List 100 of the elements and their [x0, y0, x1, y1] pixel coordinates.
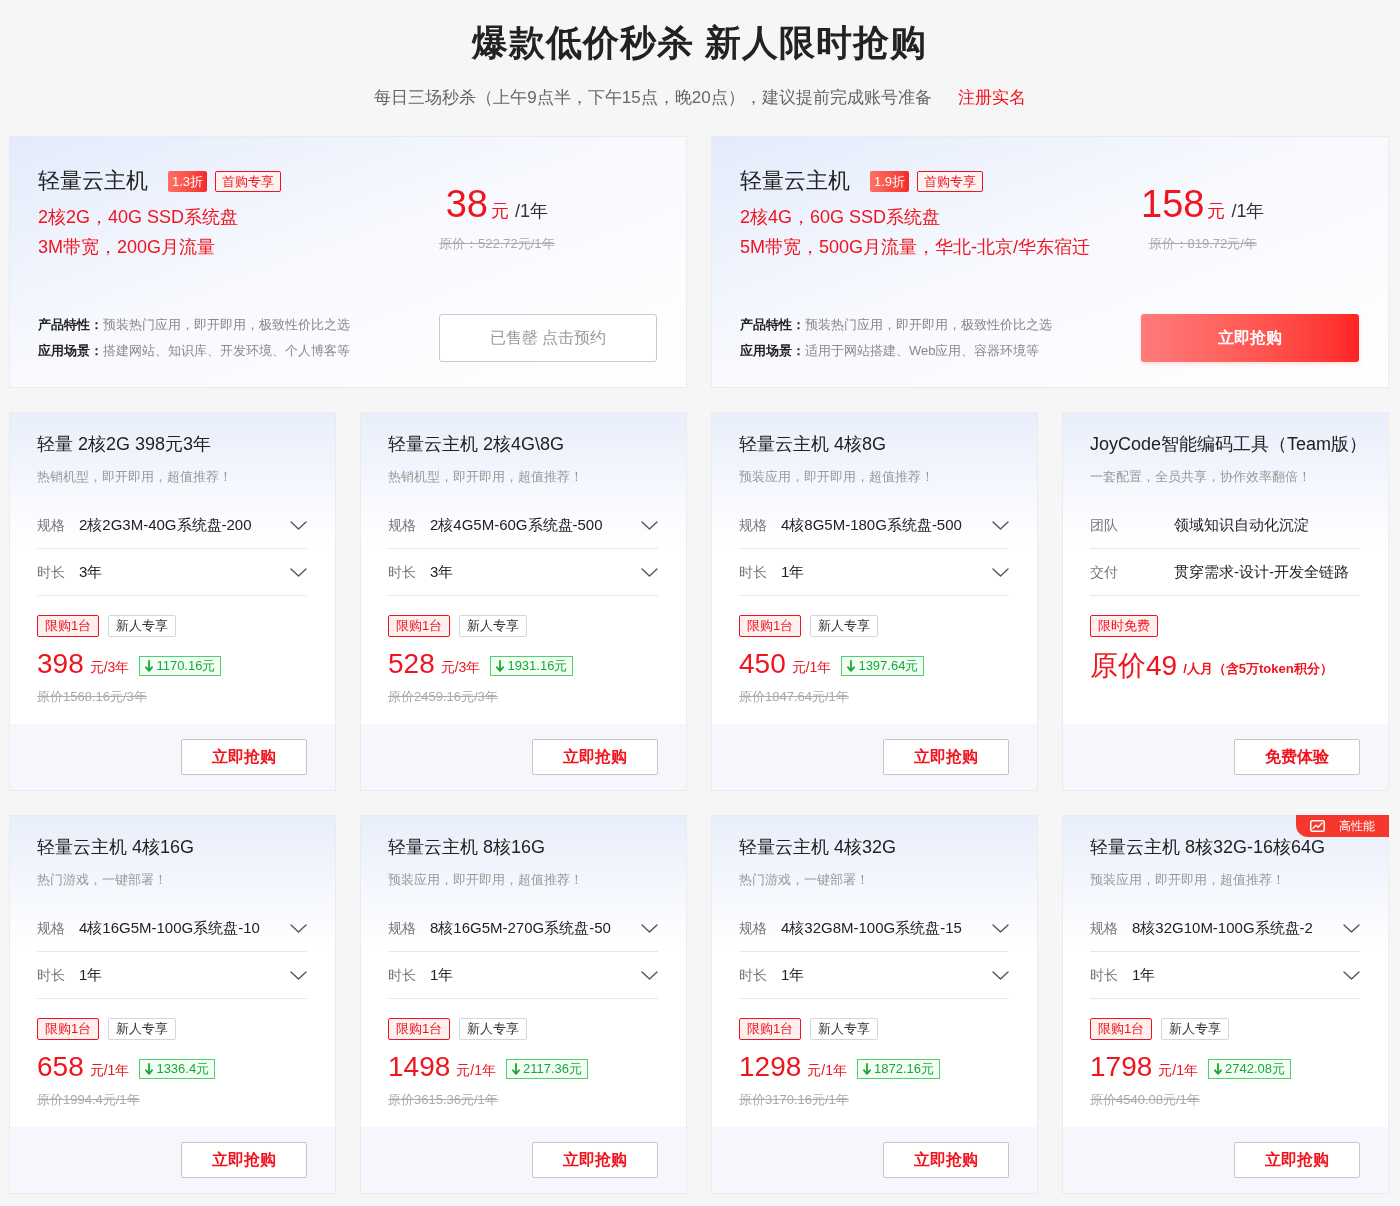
option-select[interactable]: 2核4G5M-60G系统盘-500	[430, 510, 658, 540]
chevron-down-icon	[641, 923, 658, 933]
chevron-down-icon	[641, 970, 658, 980]
option-label: 时长	[388, 562, 416, 582]
spec-text: 5M带宽，500G月流量，华北-北京/华东宿迁	[740, 236, 1091, 259]
product-title: 轻量云主机	[740, 168, 850, 194]
down-arrow-icon	[847, 660, 856, 672]
option-select[interactable]: 2核2G3M-40G系统盘-200	[79, 510, 307, 540]
price-value: 158	[1141, 184, 1205, 224]
register-link[interactable]: 注册实名	[957, 86, 1026, 110]
option-select[interactable]: 4核32G8M-100G系统盘-15	[781, 913, 1009, 943]
feature-label: 应用场景：	[740, 342, 805, 360]
option-select[interactable]: 1年	[79, 960, 307, 990]
original-price: 原价3170.16元/1年	[739, 1091, 849, 1109]
down-arrow-icon	[496, 660, 505, 672]
chevron-down-icon	[290, 970, 307, 980]
price-value: 1498	[388, 1051, 451, 1083]
chevron-down-icon	[290, 923, 307, 933]
subtitle-text: 每日三场秒杀（上午9点半，下午15点，晚20点），建议提前完成账号准备	[374, 87, 932, 109]
price-period: /1年	[514, 200, 548, 223]
price-value: 原价49	[1090, 649, 1178, 683]
chevron-down-icon	[290, 520, 307, 530]
option-select[interactable]: 3年	[430, 557, 658, 587]
saving-amount: 1872.16元	[874, 1060, 934, 1078]
plain-tag: 新人专享	[459, 615, 528, 637]
price-currency: 元	[490, 200, 509, 223]
chevron-down-icon	[992, 923, 1009, 933]
option-label: 规格	[37, 918, 65, 938]
buy-button[interactable]: 立即抢购	[532, 739, 658, 775]
option-value: 贯穿需求-设计-开发全链路	[1174, 561, 1349, 582]
saving-amount: 2117.36元	[523, 1060, 582, 1078]
option-select[interactable]: 3年	[79, 557, 307, 587]
feature-text: 适用于网站搭建、Web应用、容器环境等	[805, 342, 1040, 360]
option-select[interactable]: 4核16G5M-100G系统盘-10	[79, 913, 307, 943]
plain-tag: 新人专享	[108, 1018, 177, 1040]
highlight-tag: 限购1台	[739, 1018, 802, 1040]
buy-button[interactable]: 立即抢购	[883, 1142, 1009, 1178]
price-period: /1年	[1231, 200, 1265, 223]
spec-text: 2核2G，40G SSD系统盘	[38, 206, 239, 229]
option-label: 规格	[388, 918, 416, 938]
buy-button[interactable]: 立即抢购	[532, 1142, 658, 1178]
buy-button[interactable]: 立即抢购	[181, 739, 307, 775]
price-unit: 元/1年	[1158, 1060, 1198, 1080]
option-label: 时长	[739, 562, 767, 582]
option-select[interactable]: 8核16G5M-270G系统盘-50	[430, 913, 658, 943]
spec-text: 3M带宽，200G月流量	[38, 236, 216, 259]
buy-button[interactable]: 立即抢购	[883, 739, 1009, 775]
highlight-tag: 限购1台	[37, 615, 100, 637]
price-value: 1798	[1090, 1051, 1153, 1083]
down-arrow-icon	[145, 1063, 154, 1075]
buy-button[interactable]: 立即抢购	[181, 1142, 307, 1178]
price-unit: 元/1年	[807, 1060, 847, 1080]
option-label: 时长	[37, 965, 65, 985]
product-title: 轻量云主机 4核8G	[739, 433, 888, 456]
exclusive-tag: 首购专享	[917, 170, 984, 192]
product-subtitle: 预装应用，即开即用，超值推荐！	[1090, 871, 1286, 889]
chevron-down-icon	[1343, 923, 1360, 933]
price-unit: 元/1年	[89, 1060, 130, 1080]
chevron-down-icon	[1343, 970, 1360, 980]
product-subtitle: 热门游戏，一键部署！	[739, 871, 870, 889]
product-title: 轻量云主机 2核4G\8G	[388, 433, 566, 456]
option-label: 规格	[739, 918, 767, 938]
highlight-tag: 限时免费	[1090, 615, 1158, 637]
discount-badge: 1.3折	[168, 170, 208, 192]
product-subtitle: 预装应用，即开即用，超值推荐！	[388, 871, 584, 889]
price-value: 1298	[739, 1051, 802, 1083]
product-subtitle: 热门游戏，一键部署！	[37, 871, 168, 889]
option-select[interactable]: 1年	[1132, 960, 1360, 990]
feature-text: 预装热门应用，即开即用，极致性价比之选	[103, 316, 350, 334]
product-title: JoyCode智能编码工具（Team版）	[1090, 433, 1360, 456]
plain-tag: 新人专享	[810, 615, 879, 637]
plain-tag: 新人专享	[1161, 1018, 1230, 1040]
original-price: 原价：819.72元/年	[1148, 235, 1257, 253]
chevron-down-icon	[992, 567, 1009, 577]
price-value: 450	[739, 648, 786, 680]
option-label: 交付	[1090, 562, 1119, 582]
product-title: 轻量云主机 4核16G	[37, 836, 196, 859]
buy-button[interactable]: 免费体验	[1234, 739, 1360, 775]
saving-amount: 1931.16元	[507, 657, 568, 675]
plain-tag: 新人专享	[108, 615, 177, 637]
option-select[interactable]: 8核32G10M-100G系统盘-2	[1132, 913, 1360, 943]
feature-label: 产品特性：	[38, 316, 103, 334]
price-unit: 元/3年	[89, 657, 130, 677]
highlight-tag: 限购1台	[388, 1018, 451, 1040]
price-unit: 元/1年	[791, 657, 832, 677]
product-subtitle: 热销机型，即开即用，超值推荐！	[388, 468, 584, 486]
chevron-down-icon	[992, 970, 1009, 980]
original-price: 原价：522.72元/1年	[439, 235, 555, 253]
feature-text: 搭建网站、知识库、开发环境、个人博客等	[103, 342, 350, 360]
spec-text: 2核4G，60G SSD系统盘	[740, 206, 941, 229]
highlight-tag: 限购1台	[37, 1018, 100, 1040]
buy-button[interactable]: 立即抢购	[1234, 1142, 1360, 1178]
saving-amount: 1170.16元	[156, 657, 216, 675]
option-label: 规格	[37, 515, 65, 535]
option-select[interactable]: 4核8G5M-180G系统盘-500	[781, 510, 1009, 540]
feature-label: 应用场景：	[38, 342, 103, 360]
option-select[interactable]: 1年	[781, 960, 1009, 990]
down-arrow-icon	[863, 1063, 871, 1075]
option-select[interactable]: 1年	[781, 557, 1009, 587]
option-select[interactable]: 1年	[430, 960, 658, 990]
